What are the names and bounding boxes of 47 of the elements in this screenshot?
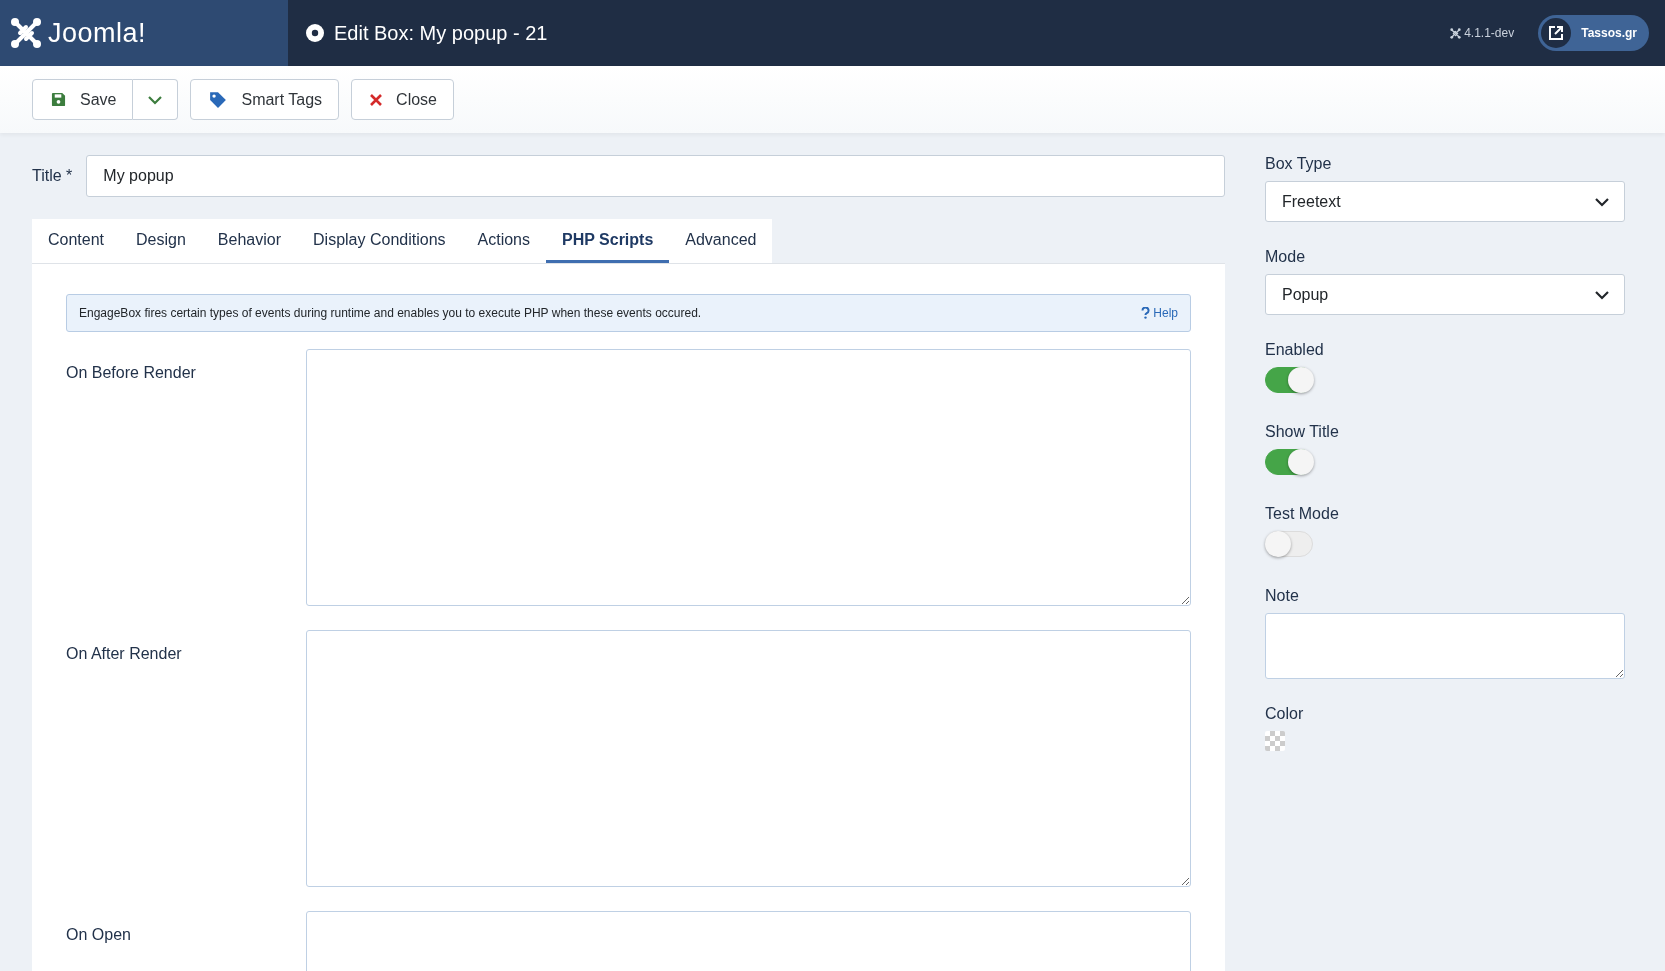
chevron-down-icon: [1594, 289, 1610, 300]
field-label: Box Type: [1265, 155, 1333, 173]
toggle-switch[interactable]: [1265, 367, 1313, 393]
tab[interactable]: Display Conditions: [297, 219, 462, 263]
tab[interactable]: Behavior: [201, 219, 297, 263]
chevron-down-icon: [1594, 196, 1610, 207]
tab[interactable]: Design: [120, 219, 202, 263]
chevron-down-icon: [147, 94, 164, 105]
title-field[interactable]: My popup: [86, 155, 1225, 197]
select-field[interactable]: Popup: [1265, 274, 1625, 315]
field-label: Show Title: [1265, 423, 1340, 441]
note-field[interactable]: [1265, 613, 1625, 679]
target-icon: [306, 24, 324, 42]
field-label: Note: [1265, 587, 1300, 605]
close-icon: [370, 93, 383, 106]
help-link[interactable]: Help: [1141, 306, 1178, 320]
toggle-switch[interactable]: [1265, 449, 1313, 475]
site-link[interactable]: Tassos.gr: [1538, 15, 1649, 51]
tab[interactable]: PHP Scripts: [546, 219, 670, 263]
field-label: Mode: [1265, 248, 1307, 266]
logo-text: Joomla!: [48, 17, 147, 49]
select-field[interactable]: Freetext: [1265, 181, 1625, 222]
page-title: Edit Box: My popup - 21: [334, 21, 548, 45]
tab[interactable]: Advanced: [669, 219, 773, 263]
code-field[interactable]: [306, 349, 1191, 606]
field-label: Test Mode: [1265, 505, 1340, 523]
tab[interactable]: Content: [32, 219, 121, 263]
version-text: 4.1.1-dev: [1464, 26, 1515, 40]
script-label: On Before Render: [66, 363, 197, 382]
title-label: Title *: [32, 167, 73, 185]
script-label: On Open: [66, 925, 132, 944]
script-label: On After Render: [66, 644, 183, 663]
joomla-icon: [1450, 27, 1462, 39]
question-icon: [1141, 307, 1151, 319]
external-link-icon: [1541, 18, 1572, 48]
save-options-button[interactable]: [133, 79, 179, 120]
tag-icon: [209, 90, 228, 109]
code-field[interactable]: [306, 630, 1191, 887]
field-label: Enabled: [1265, 341, 1325, 359]
save-button[interactable]: Save: [32, 79, 134, 120]
smart-tags-button[interactable]: Smart Tags: [190, 79, 340, 120]
tab[interactable]: Actions: [461, 219, 546, 263]
field-label: Color: [1265, 705, 1305, 723]
alert-text: EngageBox fires certain types of events during runtime and enables you to execute PHP when these events occured.: [79, 306, 702, 320]
joomla-logo-icon: [10, 17, 42, 49]
close-button[interactable]: Close: [351, 79, 454, 120]
color-swatch[interactable]: [1265, 731, 1285, 751]
